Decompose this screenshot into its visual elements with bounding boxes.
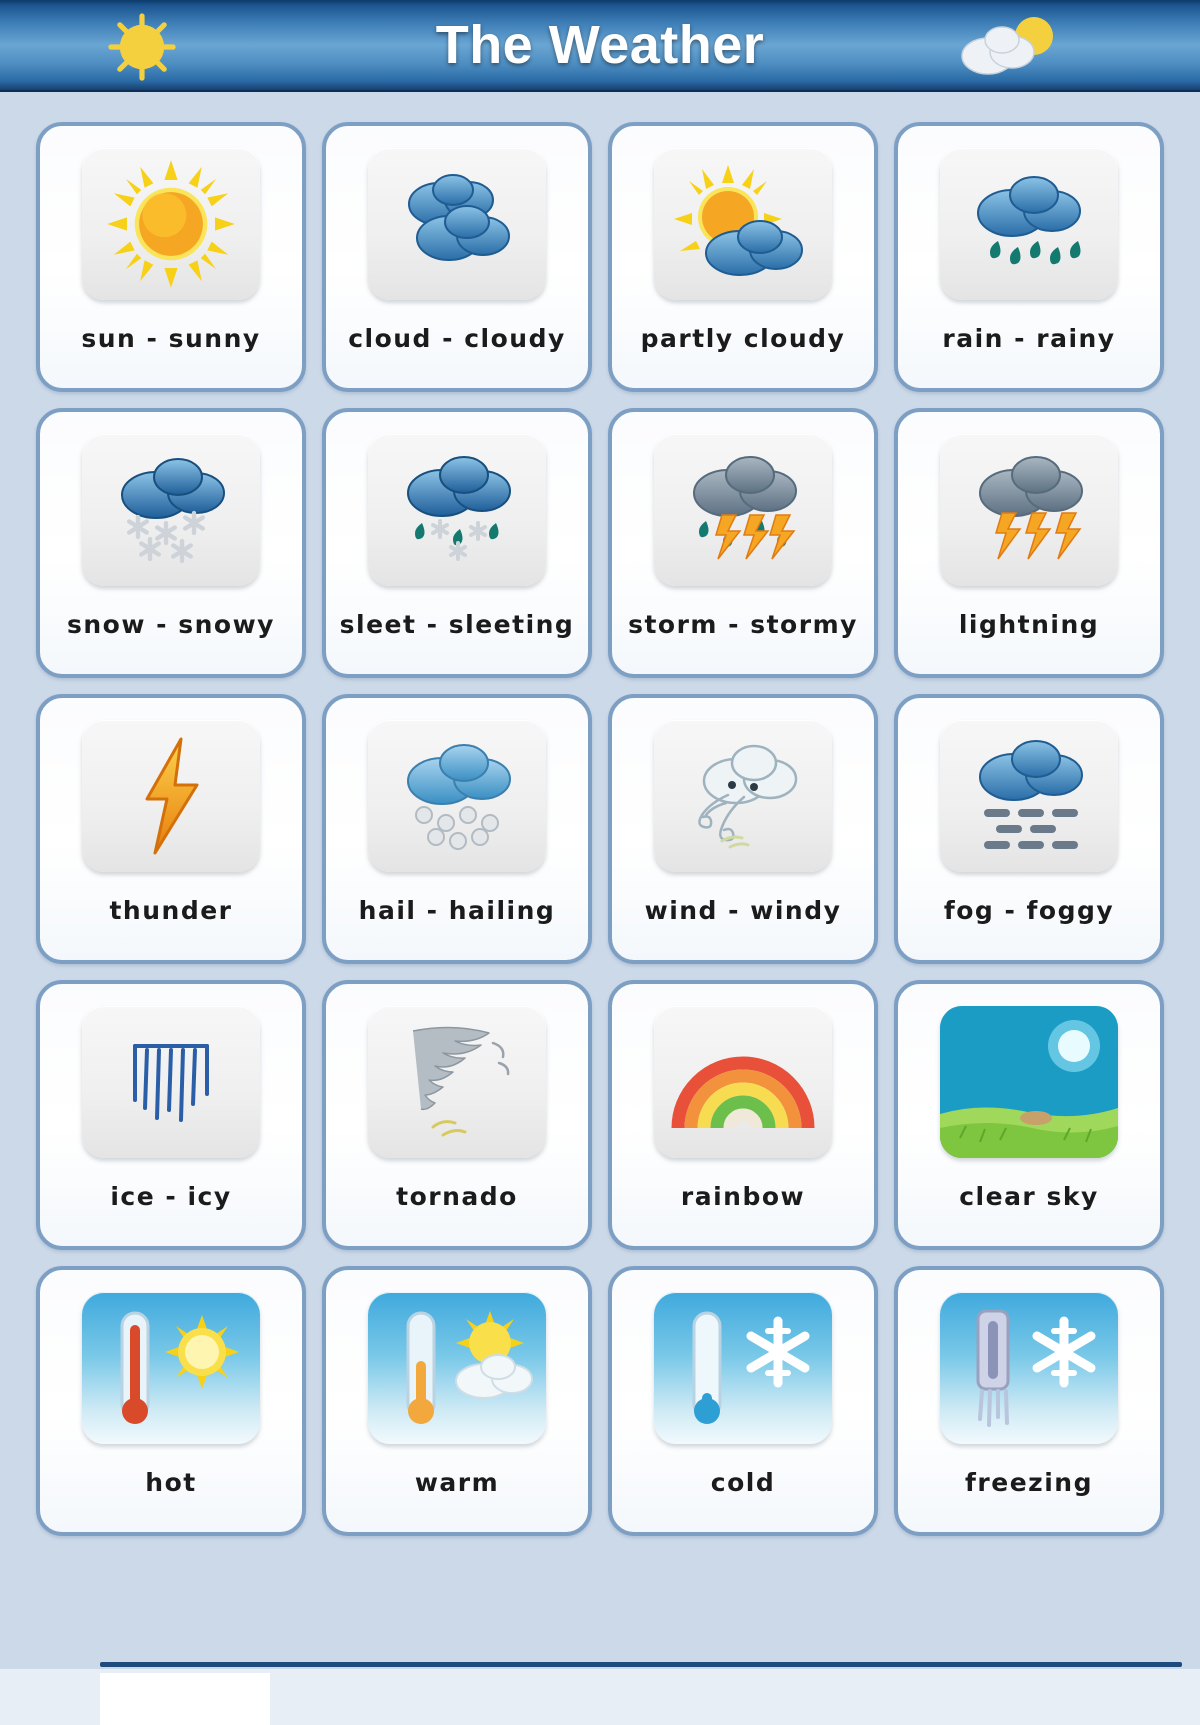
card-label: warm: [414, 1468, 500, 1497]
lightning-bolt-icon: [121, 733, 221, 859]
card-label: sleet - sleeting: [339, 610, 575, 639]
weather-card-grid: sun - sunny cloud - cloudy partly cloudy…: [0, 92, 1200, 1536]
card-label: rain - rainy: [942, 324, 1116, 353]
fog-cloud-icon: [956, 733, 1102, 859]
card-label: wind - windy: [644, 896, 842, 925]
weather-card-rain[interactable]: rain - rainy: [894, 122, 1164, 392]
icon-tile: [82, 148, 260, 300]
lightning-cloud-icon: [956, 447, 1102, 573]
thermometer-hot-icon: [86, 1295, 256, 1441]
card-label: tornado: [396, 1182, 518, 1211]
icon-tile: [82, 1292, 260, 1444]
card-label: sun - sunny: [81, 324, 261, 353]
icon-tile: [940, 720, 1118, 872]
weather-card-storm[interactable]: storm - stormy: [608, 408, 878, 678]
weather-card-partly-cloudy[interactable]: partly cloudy: [608, 122, 878, 392]
sun-behind-cloud-icon: [668, 161, 818, 287]
card-label: lightning: [958, 610, 1100, 639]
icon-tile: [82, 720, 260, 872]
footer-tab: [100, 1673, 270, 1725]
weather-card-sleet[interactable]: sleet - sleeting: [322, 408, 592, 678]
rainbow-icon: [668, 1032, 818, 1132]
card-label: storm - stormy: [628, 610, 858, 639]
icon-tile: [654, 1006, 832, 1158]
snow-cloud-icon: [98, 447, 244, 573]
clear-sky-icon: [940, 1006, 1118, 1158]
card-label: fog - foggy: [943, 896, 1115, 925]
page-title: The Weather: [435, 15, 765, 75]
icon-tile: [940, 1292, 1118, 1444]
rain-cloud-icon: [956, 161, 1102, 287]
storm-cloud-icon: [670, 447, 816, 573]
card-label: freezing: [965, 1468, 1093, 1497]
footer-divider: [100, 1662, 1182, 1667]
card-label: thunder: [109, 896, 233, 925]
weather-card-sun[interactable]: sun - sunny: [36, 122, 306, 392]
icon-tile: [368, 148, 546, 300]
icicles-icon: [111, 1022, 231, 1142]
page-header: The Weather: [0, 0, 1200, 92]
tornado-icon: [387, 1019, 527, 1145]
icon-tile: [654, 720, 832, 872]
weather-card-hail[interactable]: hail - hailing: [322, 694, 592, 964]
hail-cloud-icon: [384, 733, 530, 859]
weather-card-warm[interactable]: warm: [322, 1266, 592, 1536]
weather-card-cloud[interactable]: cloud - cloudy: [322, 122, 592, 392]
weather-card-cold[interactable]: cold: [608, 1266, 878, 1536]
icon-tile: [654, 1292, 832, 1444]
weather-card-wind[interactable]: wind - windy: [608, 694, 878, 964]
weather-card-ice[interactable]: ice - icy: [36, 980, 306, 1250]
wind-cloud-icon: [670, 733, 816, 859]
weather-card-clear-sky[interactable]: clear sky: [894, 980, 1164, 1250]
card-label: partly cloudy: [640, 324, 846, 353]
clouds-icon: [387, 164, 527, 284]
sun-icon: [105, 158, 237, 290]
thermometer-freezing-icon: [944, 1295, 1114, 1441]
card-label: cloud - cloudy: [348, 324, 566, 353]
icon-tile: [654, 434, 832, 586]
card-label: hot: [145, 1468, 197, 1497]
icon-tile: [654, 148, 832, 300]
card-label: hail - hailing: [358, 896, 556, 925]
sun-behind-cloud-icon: [950, 14, 1070, 80]
card-label: cold: [710, 1468, 776, 1497]
card-label: rainbow: [680, 1182, 806, 1211]
weather-card-freezing[interactable]: freezing: [894, 1266, 1164, 1536]
icon-tile: [368, 1006, 546, 1158]
sun-icon: [105, 10, 179, 84]
icon-tile: [82, 434, 260, 586]
weather-card-lightning[interactable]: lightning: [894, 408, 1164, 678]
icon-tile: [368, 1292, 546, 1444]
weather-card-fog[interactable]: fog - foggy: [894, 694, 1164, 964]
weather-card-hot[interactable]: hot: [36, 1266, 306, 1536]
icon-tile: [940, 1006, 1118, 1158]
weather-card-thunder[interactable]: thunder: [36, 694, 306, 964]
icon-tile: [82, 1006, 260, 1158]
weather-card-tornado[interactable]: tornado: [322, 980, 592, 1250]
card-label: ice - icy: [110, 1182, 232, 1211]
icon-tile: [940, 434, 1118, 586]
icon-tile: [940, 148, 1118, 300]
thermometer-warm-icon: [372, 1295, 542, 1441]
icon-tile: [368, 434, 546, 586]
weather-card-snow[interactable]: snow - snowy: [36, 408, 306, 678]
card-label: clear sky: [959, 1182, 1099, 1211]
icon-tile: [368, 720, 546, 872]
thermometer-cold-icon: [658, 1295, 828, 1441]
sleet-cloud-icon: [384, 447, 530, 573]
weather-card-rainbow[interactable]: rainbow: [608, 980, 878, 1250]
card-label: snow - snowy: [67, 610, 275, 639]
